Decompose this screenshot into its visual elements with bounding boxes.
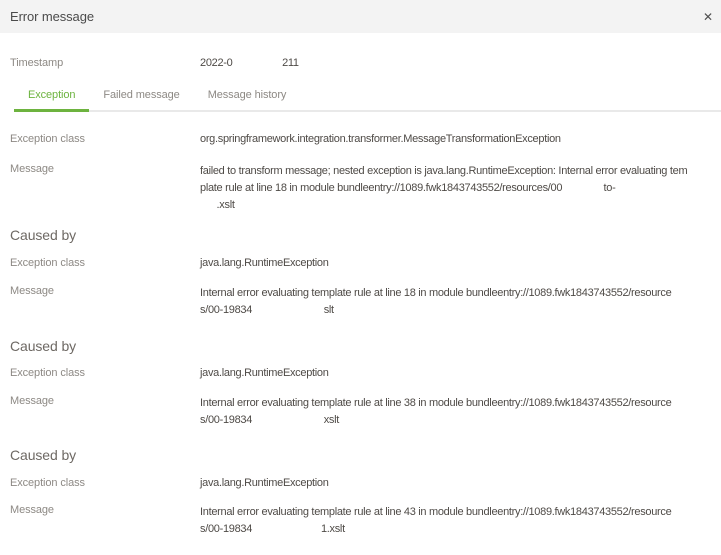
- tab-bar: Exception Failed message Message history: [14, 87, 721, 112]
- message-label: Message: [10, 504, 54, 516]
- tab-failed-message[interactable]: Failed message: [89, 87, 193, 110]
- message-label: Message: [10, 163, 54, 175]
- message-line: Internal error evaluating template rule …: [200, 506, 672, 518]
- message-value: Internal error evaluating template rule …: [200, 285, 672, 319]
- exception-class-label: Exception class: [10, 477, 85, 489]
- close-icon[interactable]: ✕: [701, 7, 715, 27]
- exception-class-value: java.lang.RuntimeException: [200, 367, 329, 379]
- exception-class-label: Exception class: [10, 133, 85, 145]
- message-line: failed to transform message; nested exce…: [200, 165, 688, 177]
- message-line: Internal error evaluating template rule …: [200, 397, 672, 409]
- message-value: failed to transform message; nested exce…: [200, 163, 688, 214]
- caused-by-heading: Caused by: [10, 338, 77, 354]
- caused-by-heading: Caused by: [10, 227, 77, 243]
- caused-by-heading: Caused by: [10, 447, 77, 463]
- message-line: s/00-19834 xslt: [200, 414, 340, 426]
- message-line: s/00-19834 slt: [200, 304, 334, 316]
- message-line: s/00-19834 1.xslt: [200, 523, 345, 535]
- exception-class-label: Exception class: [10, 367, 85, 379]
- timestamp-label: Timestamp: [10, 57, 64, 69]
- message-label: Message: [10, 285, 54, 297]
- dialog-header: Error message ✕: [0, 0, 721, 33]
- tab-message-history[interactable]: Message history: [194, 87, 301, 110]
- tab-exception[interactable]: Exception: [14, 87, 90, 112]
- exception-class-label: Exception class: [10, 257, 85, 269]
- exception-class-value: java.lang.RuntimeException: [200, 257, 329, 269]
- message-line: Internal error evaluating template rule …: [200, 287, 672, 299]
- message-value: Internal error evaluating template rule …: [200, 504, 672, 538]
- message-label: Message: [10, 395, 54, 407]
- message-line: plate rule at line 18 in module bundleen…: [200, 182, 616, 194]
- timestamp-value: 2022-0 211: [200, 57, 299, 69]
- exception-class-value: org.springframework.integration.transfor…: [200, 133, 561, 145]
- error-message-dialog: Error message ✕ Timestamp 2022-0 211 Exc…: [0, 0, 721, 555]
- message-line: .xslt: [200, 199, 235, 211]
- dialog-title: Error message: [10, 9, 94, 24]
- message-value: Internal error evaluating template rule …: [200, 395, 672, 429]
- exception-class-value: java.lang.RuntimeException: [200, 477, 329, 489]
